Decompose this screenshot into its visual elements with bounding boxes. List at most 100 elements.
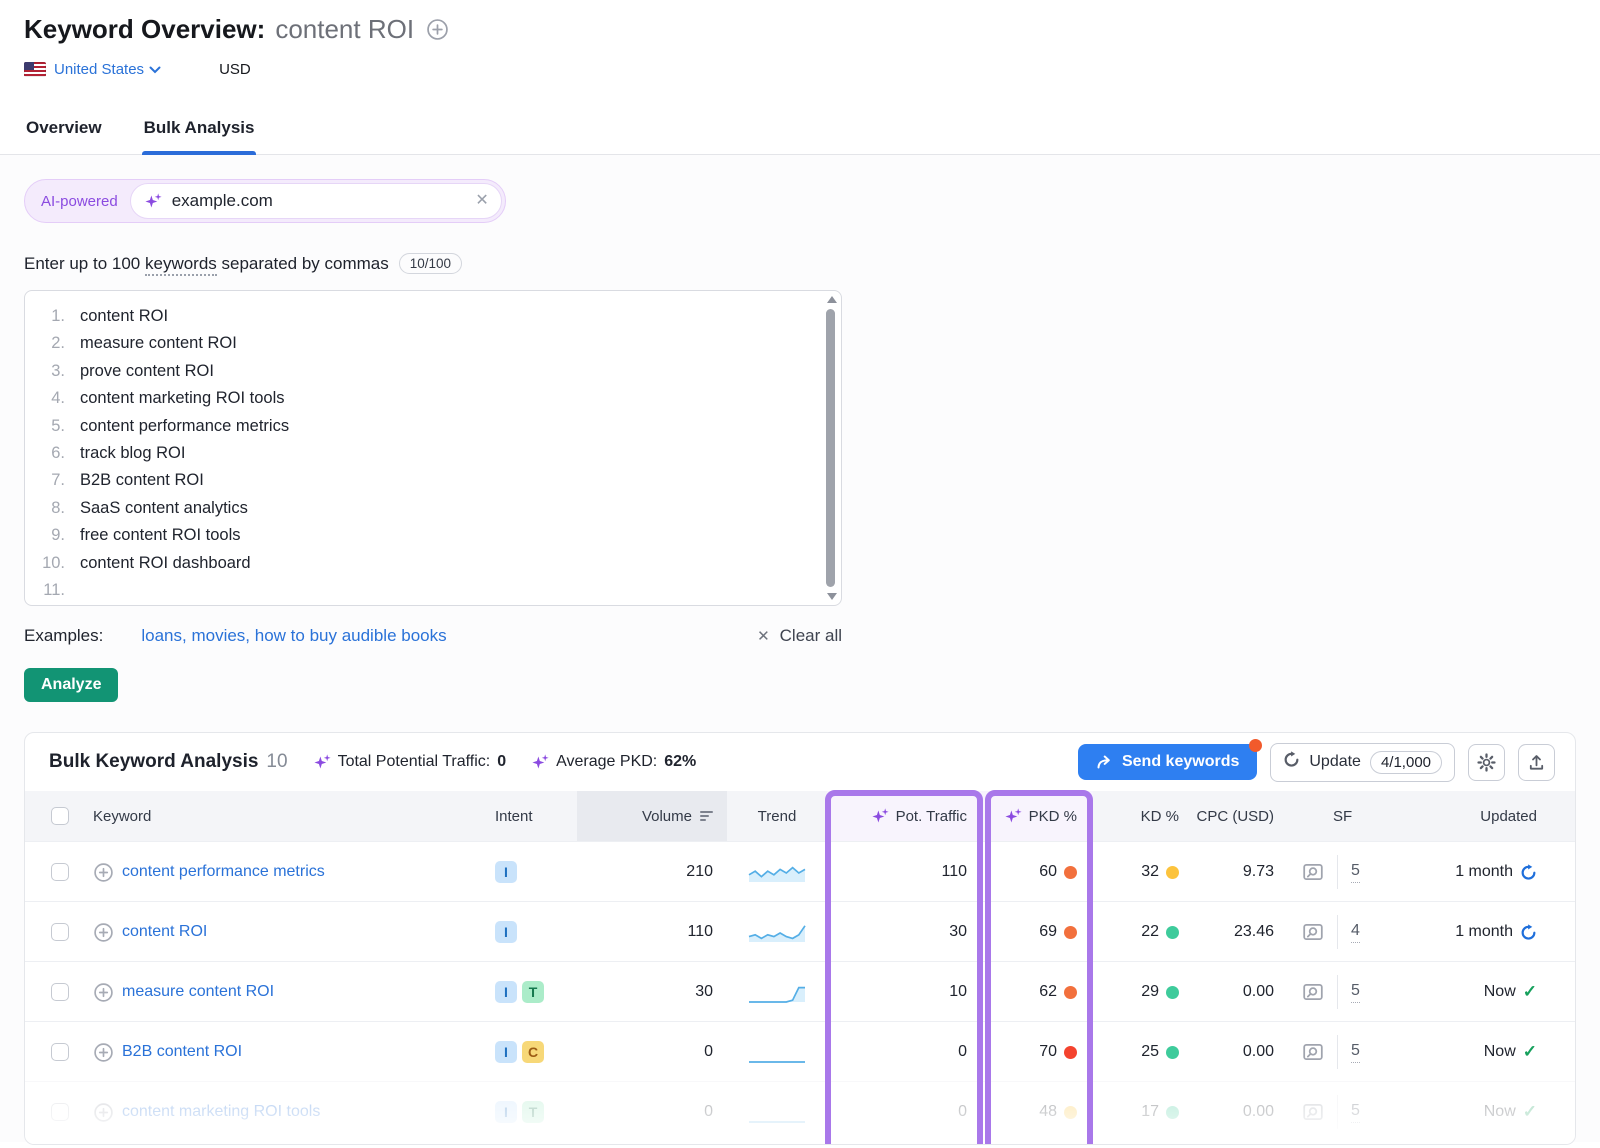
cpc-value: 0.00	[1193, 962, 1288, 1022]
trend-sparkline	[727, 1022, 827, 1082]
list-number: 3.	[25, 358, 65, 385]
pot-traffic-value: 10	[827, 962, 987, 1022]
keyword-list-item[interactable]: 5.content performance metrics	[25, 413, 817, 440]
select-all-checkbox[interactable]	[51, 807, 69, 825]
cpc-value: 0.00	[1193, 1082, 1288, 1142]
col-pkd[interactable]: PKD %	[987, 791, 1093, 841]
check-icon: ✓	[1523, 1102, 1537, 1122]
col-cpc[interactable]: CPC (USD)	[1193, 791, 1288, 841]
list-keyword-text: SaaS content analytics	[80, 495, 248, 522]
intent-cell: IC	[467, 1022, 577, 1082]
row-checkbox[interactable]	[51, 923, 69, 941]
list-keyword-text: content ROI	[80, 303, 168, 330]
ai-sparkle-icon	[872, 808, 889, 825]
add-keyword-icon[interactable]	[426, 18, 449, 41]
col-updated[interactable]: Updated	[1398, 791, 1575, 841]
intent-badge-i: I	[495, 1041, 517, 1063]
list-keyword-text: content performance metrics	[80, 413, 289, 440]
keyword-list-item[interactable]: 11.	[25, 577, 817, 604]
update-button[interactable]: Update 4/1,000	[1270, 743, 1455, 782]
export-button[interactable]	[1518, 744, 1555, 781]
keyword-list-item[interactable]: 8. SaaS content analytics	[25, 495, 817, 522]
page-title: Keyword Overview:	[24, 14, 265, 45]
check-icon: ✓	[1523, 982, 1537, 1002]
settings-button[interactable]	[1468, 744, 1505, 781]
col-kd[interactable]: KD %	[1093, 791, 1193, 841]
notification-dot	[1249, 739, 1262, 752]
row-checkbox[interactable]	[51, 863, 69, 881]
sf-link[interactable]: 5	[1351, 1102, 1360, 1123]
add-to-list-icon[interactable]	[93, 862, 114, 883]
col-trend[interactable]: Trend	[727, 791, 827, 841]
divider	[1337, 915, 1338, 949]
clear-all-button[interactable]: ✕ Clear all	[757, 626, 842, 646]
col-intent[interactable]: Intent	[467, 791, 577, 841]
tab-overview[interactable]: Overview	[24, 112, 104, 154]
volume-value: 210	[577, 842, 727, 902]
keyword-link[interactable]: content ROI	[122, 923, 207, 941]
scrollbar-thumb[interactable]	[826, 309, 835, 587]
row-checkbox[interactable]	[51, 1043, 69, 1061]
col-volume[interactable]: Volume	[577, 791, 727, 841]
sf-link[interactable]: 4	[1351, 922, 1360, 943]
pkd-dot	[1064, 926, 1077, 939]
list-number: 8.	[25, 495, 65, 522]
analyze-button[interactable]: Analyze	[24, 668, 118, 702]
kd-dot	[1166, 866, 1179, 879]
divider	[1337, 1035, 1338, 1069]
keyword-list-item[interactable]: 1.content ROI	[25, 303, 817, 330]
scroll-down-arrow[interactable]	[827, 593, 837, 600]
serp-features-icon[interactable]	[1302, 981, 1324, 1003]
col-sf[interactable]: SF	[1288, 791, 1398, 841]
domain-input[interactable]: example.com ✕	[130, 183, 502, 219]
row-checkbox[interactable]	[51, 1103, 69, 1121]
sf-link[interactable]: 5	[1351, 1042, 1360, 1063]
keyword-list-item[interactable]: 6.track blog ROI	[25, 440, 817, 467]
keywords-textarea[interactable]: 1.content ROI2.measure content ROI3.prov…	[24, 290, 842, 606]
sort-descending-icon	[700, 811, 713, 821]
row-checkbox[interactable]	[51, 983, 69, 1001]
list-number: 7.	[25, 467, 65, 494]
keyword-list-item[interactable]: 10.content ROI dashboard	[25, 550, 817, 577]
ai-sparkle-icon	[532, 754, 549, 771]
keyword-link[interactable]: B2B content ROI	[122, 1043, 242, 1061]
serp-features-icon[interactable]	[1302, 921, 1324, 943]
serp-features-icon[interactable]	[1302, 861, 1324, 883]
sf-link[interactable]: 5	[1351, 982, 1360, 1003]
keywords-term[interactable]: keywords	[145, 254, 217, 276]
serp-features-icon[interactable]	[1302, 1101, 1324, 1123]
add-to-list-icon[interactable]	[93, 1102, 114, 1123]
keyword-list-item[interactable]: 3.prove content ROI	[25, 358, 817, 385]
col-keyword[interactable]: Keyword	[77, 791, 467, 841]
tab-bulk-analysis[interactable]: Bulk Analysis	[142, 112, 257, 154]
add-to-list-icon[interactable]	[93, 922, 114, 943]
keyword-link[interactable]: content marketing ROI tools	[122, 1103, 320, 1121]
intent-cell: IT	[467, 962, 577, 1022]
volume-value: 0	[577, 1022, 727, 1082]
col-pot-traffic[interactable]: Pot. Traffic	[827, 791, 987, 841]
keyword-list-item[interactable]: 4.content marketing ROI tools	[25, 385, 817, 412]
keyword-link[interactable]: measure content ROI	[122, 983, 274, 1001]
volume-value: 0	[577, 1082, 727, 1142]
refresh-icon[interactable]	[1520, 924, 1537, 941]
keywords-list: 1.content ROI2.measure content ROI3.prov…	[25, 303, 817, 604]
add-to-list-icon[interactable]	[93, 1042, 114, 1063]
textarea-scrollbar[interactable]	[824, 294, 838, 602]
keyword-link[interactable]: content performance metrics	[122, 863, 325, 881]
keywords-label: Enter up to 100 keywords separated by co…	[24, 254, 389, 274]
examples-link[interactable]: loans, movies, how to buy audible books	[141, 626, 446, 646]
keyword-list-item[interactable]: 9.free content ROI tools	[25, 522, 817, 549]
cpc-value: 0.00	[1193, 1022, 1288, 1082]
serp-features-icon[interactable]	[1302, 1041, 1324, 1063]
list-keyword-text: track blog ROI	[80, 440, 185, 467]
sf-link[interactable]: 5	[1351, 862, 1360, 883]
keyword-list-item[interactable]: 7.B2B content ROI	[25, 467, 817, 494]
scroll-up-arrow[interactable]	[827, 296, 837, 303]
add-to-list-icon[interactable]	[93, 982, 114, 1003]
keyword-list-item[interactable]: 2.measure content ROI	[25, 330, 817, 357]
country-selector[interactable]: United States	[54, 61, 161, 78]
send-keywords-button[interactable]: Send keywords	[1078, 744, 1257, 780]
clear-domain-icon[interactable]: ✕	[475, 193, 488, 209]
intent-badge-t: T	[522, 1101, 544, 1123]
refresh-icon[interactable]	[1520, 864, 1537, 881]
